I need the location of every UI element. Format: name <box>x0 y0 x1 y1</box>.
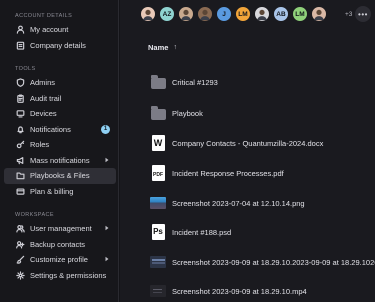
chevron-right-icon <box>104 255 110 264</box>
member-avatar[interactable] <box>311 6 327 22</box>
sidebar-item-label: User management <box>30 224 92 234</box>
more-options-button[interactable]: ••• <box>355 6 371 22</box>
file-name: Playbook <box>172 108 203 118</box>
sidebar-item-audit-trail[interactable]: Audit trail <box>0 91 118 107</box>
file-row[interactable]: Screenshot 2023-09-09 at 18.29.10.mp4 <box>120 281 375 301</box>
member-avatar[interactable]: LM <box>235 6 251 22</box>
folder-icon <box>15 171 25 181</box>
file-name: Critical #1293 <box>172 77 218 87</box>
file-name: Screenshot 2023-07-04 at 12.10.14.png <box>172 198 305 208</box>
sidebar-item-label: Backup contacts <box>30 239 86 249</box>
member-avatar[interactable] <box>140 6 156 22</box>
file-name: Screenshot 2023-09-09 at 18.29.10.mp4 <box>172 286 307 296</box>
file-row[interactable]: W Company Contacts - Quantumzilla-2024.do… <box>120 133 375 153</box>
file-name: Company Contacts - Quantumzilla-2024.doc… <box>172 138 324 148</box>
sidebar-item-label: Audit trail <box>30 93 62 103</box>
file-row[interactable]: Critical #1293 <box>120 72 375 92</box>
sidebar-item-my-account[interactable]: My account <box>0 22 118 38</box>
photoshop-file-icon: Ps <box>150 223 166 240</box>
brush-icon <box>15 255 25 265</box>
section-label-workspace: WORKSPACE <box>15 212 54 218</box>
sidebar-item-playbooks-files[interactable]: Playbooks & Files <box>4 168 116 184</box>
notification-count-badge: 1 <box>101 124 110 134</box>
sidebar-item-label: Notifications <box>30 124 71 134</box>
bell-icon <box>15 124 25 134</box>
name-column-header[interactable]: Name ↑ <box>148 43 177 52</box>
clipboard-icon <box>15 93 25 103</box>
file-name: Incident Response Processes.pdf <box>172 168 284 178</box>
video-thumbnail <box>150 282 166 299</box>
image-thumbnail <box>150 194 166 211</box>
sidebar-item-roles[interactable]: Roles <box>0 137 118 153</box>
sidebar-item-label: Company details <box>30 40 86 50</box>
ellipsis-icon: ••• <box>358 9 368 19</box>
building-icon <box>15 40 25 50</box>
user-icon <box>15 25 25 35</box>
sidebar-item-company-details[interactable]: Company details <box>0 38 118 54</box>
device-icon <box>15 109 25 119</box>
shield-icon <box>15 78 25 88</box>
sidebar-item-label: My account <box>30 25 69 35</box>
sidebar-item-backup-contacts[interactable]: Backup contacts <box>0 237 118 253</box>
megaphone-icon <box>15 155 25 165</box>
member-avatar[interactable] <box>197 6 213 22</box>
sidebar-item-devices[interactable]: Devices <box>0 106 118 122</box>
sidebar-item-notifications[interactable]: Notifications 1 <box>0 122 118 138</box>
pdf-file-icon: PDF <box>150 164 166 181</box>
contacts-icon <box>15 239 25 249</box>
sidebar-item-label: Plan & billing <box>30 186 74 196</box>
card-icon <box>15 186 25 196</box>
file-row[interactable]: PDF Incident Response Processes.pdf <box>120 163 375 183</box>
sidebar-item-admins[interactable]: Admins <box>0 75 118 91</box>
member-avatar[interactable]: J <box>216 6 232 22</box>
sidebar-item-label: Customize profile <box>30 255 88 265</box>
users-icon <box>15 224 25 234</box>
file-row[interactable]: Ps Incident #188.psd <box>120 222 375 242</box>
sidebar-item-settings-permissions[interactable]: Settings & permissions <box>0 268 118 284</box>
column-header-label: Name <box>148 43 169 52</box>
file-row[interactable]: Screenshot 2023-09-09 at 18.29.10.2023-0… <box>120 252 375 272</box>
sidebar-item-customize-profile[interactable]: Customize profile <box>0 252 118 268</box>
file-name: Screenshot 2023-09-09 at 18.29.10.2023-0… <box>172 257 375 267</box>
member-avatar[interactable]: LM <box>292 6 308 22</box>
file-row[interactable]: Screenshot 2023-07-04 at 12.10.14.png <box>120 193 375 213</box>
sort-ascending-icon: ↑ <box>173 44 177 51</box>
files-panel: AZ J LM AB LM +3 ••• Name ↑ Critical #1293 Pl… <box>120 0 375 302</box>
member-avatar[interactable]: AZ <box>159 6 175 22</box>
sidebar-item-label: Admins <box>30 78 56 88</box>
sidebar-item-label: Devices <box>30 109 57 119</box>
sidebar-item-user-management[interactable]: User management <box>0 221 118 237</box>
sidebar-item-label: Roles <box>30 140 50 150</box>
more-members-count[interactable]: +3 <box>345 11 352 18</box>
gear-icon <box>15 270 25 280</box>
chevron-right-icon <box>104 224 110 233</box>
chevron-right-icon <box>104 156 110 165</box>
member-avatar[interactable] <box>178 6 194 22</box>
file-name: Incident #188.psd <box>172 227 232 237</box>
section-label-tools: TOOLS <box>15 66 36 72</box>
sidebar-item-plan-billing[interactable]: Plan & billing <box>0 184 118 200</box>
settings-sidebar: ACCOUNT DETAILS My account Company detai… <box>0 0 119 302</box>
section-label-account: ACCOUNT DETAILS <box>15 13 73 19</box>
file-row[interactable]: Playbook <box>120 103 375 123</box>
folder-icon <box>150 104 166 121</box>
key-icon <box>15 140 25 150</box>
member-avatar[interactable] <box>254 6 270 22</box>
sidebar-item-label: Playbooks & Files <box>30 171 90 181</box>
word-document-icon: W <box>150 134 166 151</box>
member-avatar[interactable]: AB <box>273 6 289 22</box>
sidebar-item-label: Settings & permissions <box>30 270 107 280</box>
folder-icon <box>150 73 166 90</box>
sidebar-item-label: Mass notifications <box>30 155 90 165</box>
screenshot-thumbnail <box>150 253 166 270</box>
sidebar-item-mass-notifications[interactable]: Mass notifications <box>0 153 118 169</box>
member-avatars: AZ J LM AB LM <box>140 6 330 22</box>
